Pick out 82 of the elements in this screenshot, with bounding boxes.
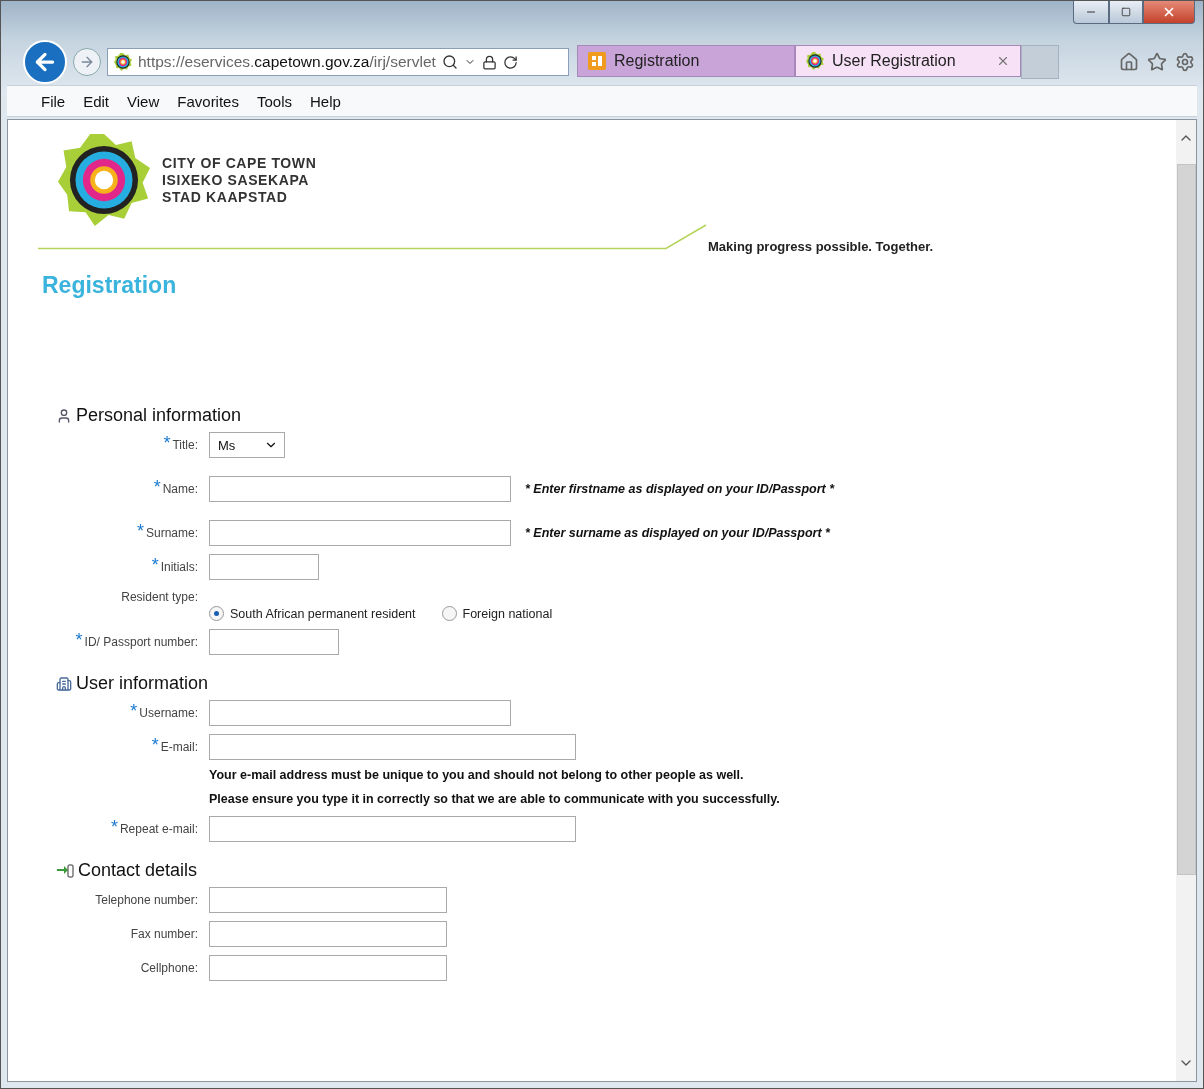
field-label: Fax number:	[130, 927, 198, 941]
text-input[interactable]	[209, 476, 511, 502]
person-icon	[56, 407, 72, 424]
home-icon[interactable]	[1119, 52, 1139, 72]
required-marker: *	[151, 735, 159, 755]
text-input[interactable]	[209, 921, 447, 947]
required-marker: *	[130, 701, 138, 721]
menu-item[interactable]: Favorites	[169, 92, 247, 110]
back-button[interactable]	[23, 40, 67, 84]
field-hint: * Enter surname as displayed on your ID/Passport *	[525, 526, 830, 540]
maximize-icon	[1121, 7, 1131, 17]
section-title: Personal information	[76, 405, 242, 426]
lock-icon	[481, 54, 497, 70]
close-icon	[996, 54, 1010, 68]
close-icon	[1162, 5, 1176, 19]
section-title: User information	[76, 673, 209, 694]
browser-tab[interactable]: User Registration	[795, 45, 1021, 77]
field-label: Initials:	[160, 560, 198, 574]
address-bar[interactable]: https://eservices.capetown.gov.za/irj/servlet	[107, 48, 569, 76]
field-label: Resident type:	[121, 590, 198, 604]
refresh-icon	[502, 54, 518, 70]
field-label: ID/ Passport number:	[84, 635, 198, 649]
logo-icon	[806, 52, 824, 70]
maximize-button[interactable]	[1109, 1, 1143, 24]
required-marker: *	[163, 433, 171, 453]
field-label: Cellphone:	[140, 961, 198, 975]
arrow-card-icon	[56, 862, 74, 879]
logo-text: STAD KAAPSTAD	[162, 188, 289, 206]
field-label: Telephone number:	[95, 893, 198, 907]
field-note: Please ensure you type it in correctly so that we are able to communicate with you successfully.	[209, 791, 781, 808]
building-icon	[56, 675, 72, 692]
menu-item[interactable]: Tools	[248, 92, 300, 110]
forward-button[interactable]	[73, 48, 101, 76]
arrow-right-icon	[79, 54, 95, 70]
scrollbar-thumb[interactable]	[1176, 164, 1196, 875]
close-button[interactable]	[1143, 1, 1195, 24]
app-icon	[588, 52, 606, 70]
field-label: Repeat e-mail:	[119, 822, 198, 836]
tagline: Making progress possible. Together.	[708, 239, 934, 254]
text-input[interactable]	[209, 955, 447, 981]
field-label: Title:	[172, 438, 198, 452]
logo-icon	[114, 53, 132, 71]
field-label: E-mail:	[160, 740, 198, 754]
star-icon[interactable]	[1147, 52, 1167, 72]
required-marker: *	[110, 817, 118, 837]
url-part: https://	[138, 53, 185, 70]
field-note: Your e-mail address must be unique to you and should not belong to other people as well.	[209, 767, 745, 784]
settings-icon[interactable]	[1175, 52, 1195, 72]
required-marker: *	[75, 630, 83, 650]
url-part: eservices.	[184, 53, 255, 70]
radio-option[interactable]: Foreign national	[441, 606, 553, 621]
new-tab-button[interactable]	[1021, 45, 1059, 79]
text-input[interactable]	[209, 554, 319, 580]
search-icon	[441, 54, 458, 70]
text-input[interactable]	[209, 734, 576, 760]
logo-icon	[58, 134, 150, 226]
text-input[interactable]	[209, 816, 576, 842]
required-marker: *	[136, 521, 144, 541]
text-input[interactable]	[209, 700, 511, 726]
menu-item[interactable]: File	[33, 92, 74, 110]
required-marker: *	[151, 555, 159, 575]
browser-tab[interactable]: Registration	[577, 45, 795, 77]
field-label: Name:	[162, 482, 198, 496]
title-select[interactable]: Ms	[209, 432, 285, 458]
menu-item[interactable]: Help	[302, 92, 349, 110]
menu-item[interactable]: Edit	[75, 92, 118, 110]
logo-text: CITY OF CAPE TOWN	[162, 154, 317, 172]
menu-item[interactable]: View	[119, 92, 168, 110]
text-input[interactable]	[209, 520, 511, 546]
text-input[interactable]	[209, 887, 447, 913]
logo-text: ISIXEKO SASEKAPA	[162, 171, 311, 189]
section-title: Contact details	[78, 860, 198, 881]
text-input[interactable]	[209, 629, 339, 655]
field-label: Surname:	[145, 526, 198, 540]
field-hint: * Enter firstname as displayed on your ID/Passport *	[525, 482, 835, 496]
required-marker: *	[153, 477, 161, 497]
radio-option[interactable]: South African permanent resident	[209, 606, 416, 621]
field-label: Username:	[139, 706, 198, 720]
url-part: /irj/servlet	[369, 53, 436, 70]
page-title: Registration	[42, 272, 178, 299]
url-part: capetown.gov.za	[254, 53, 370, 70]
minimize-button[interactable]	[1073, 1, 1109, 24]
